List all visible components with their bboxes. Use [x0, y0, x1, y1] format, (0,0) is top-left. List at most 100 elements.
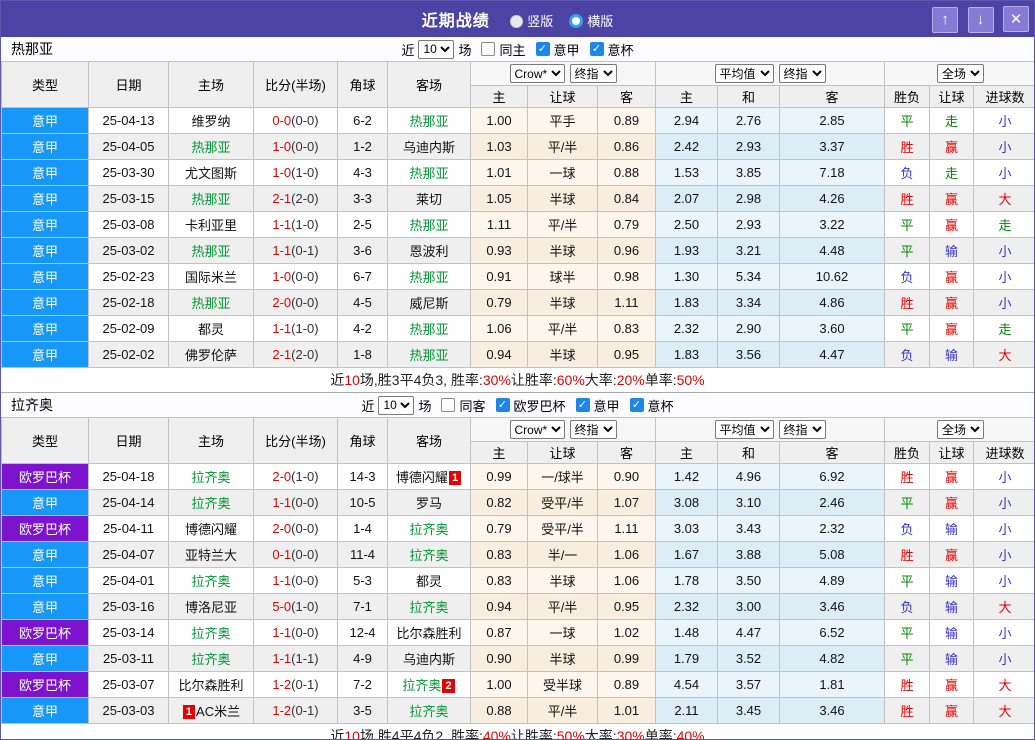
date-cell: 25-04-14	[88, 489, 169, 516]
avg-away-odds-cell: 5.08	[778, 541, 886, 568]
away-team-cell: 乌迪内斯	[387, 133, 471, 160]
team-name: 比尔森胜利	[396, 626, 462, 641]
crow-away-odds-cell: 0.79	[597, 211, 656, 238]
avg-home-odds-cell: 1.67	[655, 541, 718, 568]
score-cell: 1-1(1-1)	[253, 645, 338, 672]
score-cell: 1-0(1-0)	[253, 159, 338, 186]
subcol-header: 让球	[527, 441, 598, 464]
scroll-down-button[interactable]: ↓	[967, 6, 994, 33]
crow-home-odds-cell: 0.83	[470, 541, 528, 568]
layout-radio[interactable]: 竖版	[510, 14, 553, 29]
crow-away-odds-cell: 0.96	[597, 237, 656, 264]
halftime-score: (1-0)	[291, 321, 319, 336]
home-team-cell: 卡利亚里	[168, 211, 254, 238]
subcol-header: 客	[778, 441, 886, 464]
team-name: 拉齐奥	[191, 470, 231, 485]
filter-checkbox[interactable]: ✓	[535, 42, 550, 56]
halftime-score: (0-0)	[291, 573, 319, 588]
column-header: 比分(半场)	[253, 61, 338, 108]
away-team-cell: 乌迪内斯	[387, 645, 471, 672]
summary-text: 让胜率:	[510, 728, 557, 740]
team-name: 比尔森胜利	[178, 678, 244, 693]
avg-home-odds-cell: 1.78	[655, 567, 718, 594]
filter-checkbox[interactable]: ✓	[575, 398, 590, 412]
match-row: 欧罗巴杯 25-04-11 博德闪耀 2-0(0-0) 1-4 拉齐奥 0.79 受平/半 1.…	[1, 515, 1034, 542]
match-count-select[interactable]: 10	[378, 395, 415, 415]
competition-cell: 意甲	[1, 489, 89, 516]
score-cell: 2-1(2-0)	[253, 341, 338, 368]
score-cell: 2-0(0-0)	[253, 515, 338, 542]
fulltime-score: 1-1	[272, 243, 292, 258]
competition-cell: 意甲	[1, 593, 89, 620]
result-outcome-cell: 胜	[884, 133, 931, 160]
period-select[interactable]: 全场	[937, 64, 985, 83]
match-count-select[interactable]: 10	[418, 39, 455, 59]
fulltime-score: 2-1	[272, 347, 292, 362]
period-select[interactable]: 全场	[937, 420, 985, 439]
column-header: 日期	[88, 417, 169, 464]
avg-select[interactable]: 平均值	[714, 420, 774, 439]
avg-select[interactable]: 平均值	[714, 64, 774, 83]
crow-away-odds-cell: 0.83	[597, 315, 656, 342]
team-name: 热那亚	[409, 270, 449, 285]
competition-cell: 意甲	[1, 211, 89, 238]
filter-bar: 近 10 场同主 ✓ 意甲 ✓ 意杯	[401, 39, 634, 59]
close-button[interactable]: ✕	[1003, 6, 1029, 32]
avg-away-odds-cell: 2.46	[778, 489, 886, 516]
halftime-score: (1-0)	[291, 599, 319, 614]
result-handicap-cell: 赢	[929, 289, 975, 316]
avg-time-select[interactable]: 终指	[778, 420, 826, 439]
filter-checkbox[interactable]	[441, 398, 456, 412]
fulltime-score: 1-2	[272, 703, 292, 718]
crow-away-odds-cell: 0.89	[597, 107, 656, 134]
bookmaker-select[interactable]: Crow*	[509, 64, 565, 83]
summary-text: 10	[344, 728, 360, 740]
recent-results-widget: 近期战绩 竖版 横版 ↑ ↓ ✕ 热那亚近 10 场同主 ✓ 意甲 ✓ 意杯 类型 日期 主场 比分(…	[0, 0, 1035, 740]
odds-time-select[interactable]: 终指	[569, 64, 617, 83]
odds-time-select[interactable]: 终指	[569, 420, 617, 439]
team-name: 拉齐奥	[191, 652, 231, 667]
result-handicap-cell: 赢	[929, 671, 975, 698]
avg-draw-odds-cell: 2.90	[717, 315, 780, 342]
avg-away-odds-cell: 3.60	[778, 315, 886, 342]
score-cell: 1-0(0-0)	[253, 263, 338, 290]
layout-radio[interactable]: 横版	[569, 14, 613, 29]
crow-handicap-cell: 半球	[527, 341, 598, 368]
date-cell: 25-04-11	[88, 515, 169, 542]
filter-checkbox[interactable]	[481, 42, 496, 56]
filter-checkbox[interactable]: ✓	[495, 398, 510, 412]
score-cell: 2-1(2-0)	[253, 185, 338, 212]
summary-text: 40%	[482, 728, 511, 740]
summary-text: 30%	[616, 728, 645, 740]
crow-away-odds-cell: 0.95	[597, 341, 656, 368]
halftime-score: (0-1)	[291, 243, 319, 258]
filter-checkbox[interactable]: ✓	[589, 42, 604, 56]
match-row: 意甲 25-02-23 国际米兰 1-0(0-0) 6-7 热那亚 0.91 球半 0.98 1.…	[1, 263, 1034, 290]
avg-draw-odds-cell: 3.45	[717, 697, 780, 724]
result-goals-cell: 小	[973, 289, 1034, 316]
result-handicap-cell: 赢	[929, 211, 975, 238]
fulltime-score: 1-0	[272, 269, 292, 284]
team-name: 热那亚	[409, 348, 449, 363]
home-team-cell: 热那亚	[168, 289, 254, 316]
avg-draw-odds-cell: 4.47	[717, 619, 780, 646]
avg-home-odds-cell: 2.11	[655, 697, 718, 724]
result-goals-cell: 小	[973, 159, 1034, 186]
match-row: 欧罗巴杯 25-03-07 比尔森胜利 1-2(0-1) 7-2 拉齐奥 2 1.00 受半球 0…	[1, 671, 1034, 698]
result-handicap-cell: 输	[929, 515, 975, 542]
team-name: 卡利亚里	[184, 218, 237, 233]
avg-draw-odds-cell: 5.34	[717, 263, 780, 290]
bookmaker-select[interactable]: Crow*	[509, 420, 565, 439]
team-name: 威尼斯	[409, 296, 449, 311]
away-team-cell: 拉齐奥	[387, 593, 471, 620]
team-section-2: 拉齐奥近 10 场同客 ✓ 欧罗巴杯 ✓ 意甲 ✓ 意杯 类型 日期 主场 比分(半场) 角球 客场 Crow…	[1, 393, 1034, 740]
home-team-cell: 1 AC米兰	[168, 697, 254, 724]
header-selects: Crow* 终指	[472, 64, 655, 83]
corners-cell: 11-4	[337, 541, 388, 568]
competition-cell: 意甲	[1, 697, 89, 724]
scroll-up-button[interactable]: ↑	[932, 6, 959, 33]
avg-time-select[interactable]: 终指	[778, 64, 826, 83]
crow-home-odds-cell: 0.79	[470, 289, 528, 316]
filter-checkbox[interactable]: ✓	[629, 398, 644, 412]
result-outcome-cell: 平	[884, 211, 931, 238]
